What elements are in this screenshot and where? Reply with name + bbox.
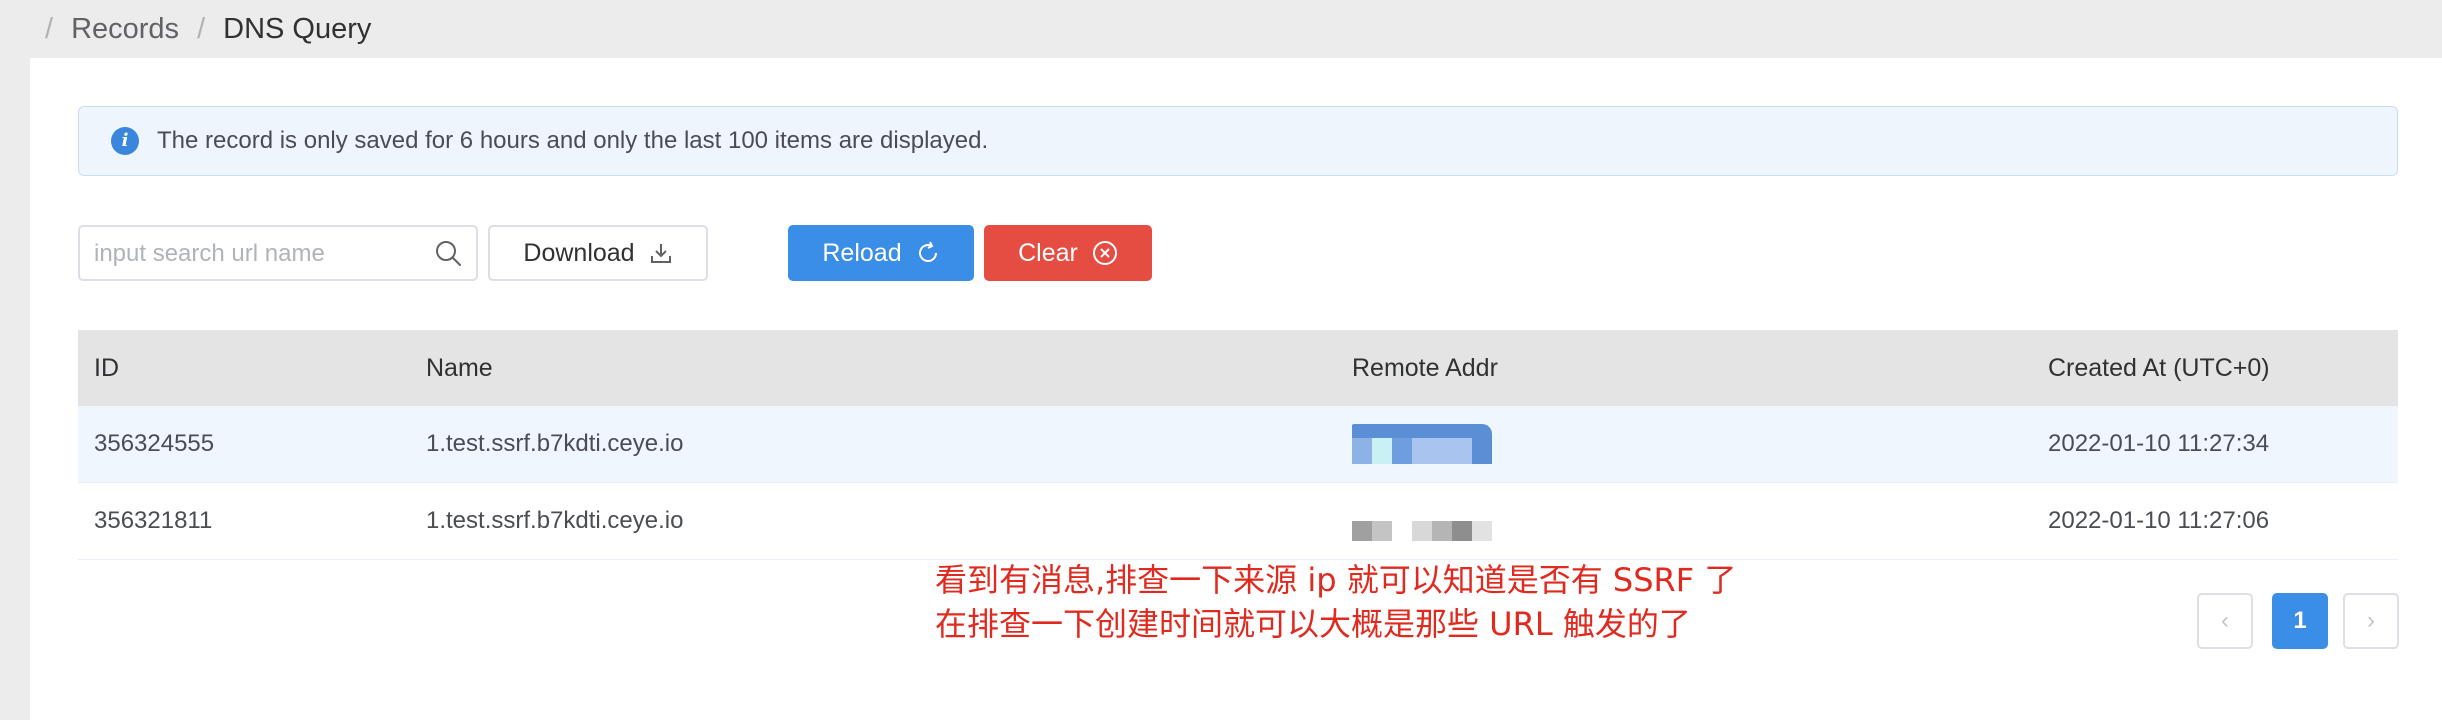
breadcrumb-separator: / xyxy=(45,12,54,45)
column-header-created-at: Created At (UTC+0) xyxy=(2048,353,2270,382)
reload-button[interactable]: Reload xyxy=(788,225,974,281)
info-icon: i xyxy=(111,127,139,155)
reload-button-label: Reload xyxy=(822,238,902,267)
redacted-ip xyxy=(1352,424,1492,464)
column-header-id: ID xyxy=(94,353,119,382)
search-box xyxy=(78,225,478,281)
annotation-text: 看到有消息,排查一下来源 ip 就可以知道是否有 SSRF 了 在排查一下创建时… xyxy=(935,558,1736,646)
next-page-button[interactable]: › xyxy=(2343,593,2399,649)
table-row: 356324555 1.test.ssrf.b7kdti.ceye.io 202… xyxy=(78,406,2398,483)
info-alert: i The record is only saved for 6 hours a… xyxy=(78,106,2398,176)
cell-remote-addr xyxy=(1352,424,2048,464)
cell-name: 1.test.ssrf.b7kdti.ceye.io xyxy=(426,507,684,534)
annotation-line: 看到有消息,排查一下来源 ip 就可以知道是否有 SSRF 了 xyxy=(935,561,1737,599)
cell-id: 356321811 xyxy=(94,507,213,534)
refresh-icon xyxy=(918,241,937,262)
breadcrumb: / Records / DNS Query xyxy=(0,0,2442,58)
column-header-name: Name xyxy=(426,353,493,382)
cell-remote-addr xyxy=(1352,501,2048,541)
download-button-label: Download xyxy=(523,238,635,267)
search-input[interactable] xyxy=(80,227,436,281)
breadcrumb-separator: / xyxy=(197,12,206,45)
cell-name: 1.test.ssrf.b7kdti.ceye.io xyxy=(426,430,684,457)
breadcrumb-item-records[interactable]: Records xyxy=(71,13,179,46)
records-table: ID Name Remote Addr Created At (UTC+0) 3… xyxy=(78,330,2398,560)
clear-button-label: Clear xyxy=(1018,238,1078,267)
table-row: 356321811 1.test.ssrf.b7kdti.ceye.io 202… xyxy=(78,483,2398,560)
cell-created-at: 2022-01-10 11:27:06 xyxy=(2048,507,2270,534)
annotation-line: 在排查一下创建时间就可以大概是那些 URL 触发的了 xyxy=(935,605,1691,643)
table-header: ID Name Remote Addr Created At (UTC+0) xyxy=(78,330,2398,406)
page-number-button[interactable]: 1 xyxy=(2272,593,2328,649)
cell-id: 356324555 xyxy=(94,430,215,457)
breadcrumb-item-dns-query: DNS Query xyxy=(223,12,372,45)
alert-message: The record is only saved for 6 hours and… xyxy=(157,127,989,154)
prev-page-button[interactable]: ‹ xyxy=(2197,593,2253,649)
search-icon[interactable] xyxy=(434,239,462,267)
column-header-remote-addr: Remote Addr xyxy=(1352,353,1498,382)
cell-created-at: 2022-01-10 11:27:34 xyxy=(2048,430,2270,457)
clear-button[interactable]: Clear xyxy=(984,225,1152,281)
close-circle-icon xyxy=(1092,241,1117,265)
redacted-ip xyxy=(1352,501,1492,541)
download-icon xyxy=(650,244,671,263)
download-button[interactable]: Download xyxy=(488,225,708,281)
